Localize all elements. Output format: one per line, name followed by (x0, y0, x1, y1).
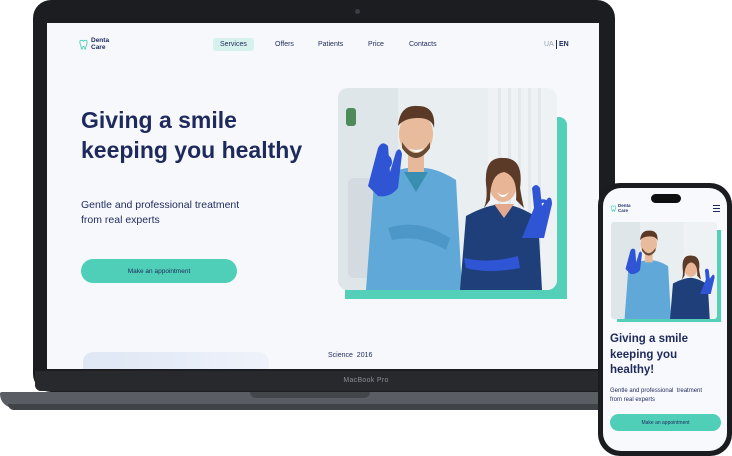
hamburger-menu-icon[interactable] (713, 205, 720, 214)
hero-subtitle-line-2: from real experts (81, 214, 160, 226)
phone-screen-website: Denta Care Giving a smile keeping you he… (603, 188, 727, 451)
science-year: 2016 (356, 352, 373, 359)
phone-hero-subtitle-line-1: Gentle and professional treatment (610, 388, 703, 394)
language-en[interactable]: EN (559, 41, 569, 48)
tooth-icon (79, 39, 88, 50)
hero-subtitle: Gentle and professional treatment from r… (81, 198, 281, 228)
hero-title: Giving a smile keeping you healthy (81, 105, 341, 165)
phone-make-appointment-button[interactable]: Make an appointment (610, 414, 721, 431)
nav-contacts[interactable]: Contacts (402, 38, 444, 51)
hero-photo-dentists (338, 88, 557, 290)
phone-hero-title: Giving a smile keeping you healthy! (610, 332, 720, 379)
phone-dynamic-island (651, 194, 681, 203)
logo-word-2: Care (91, 43, 106, 51)
site-logo[interactable]: Denta Care (78, 37, 113, 51)
webcam (355, 9, 360, 14)
phone-logo-text: Denta Care (618, 203, 631, 213)
feature-card-preview (83, 352, 269, 369)
nav-patients[interactable]: Patients (311, 38, 350, 51)
logo-text: Denta Care (91, 37, 113, 51)
tooth-icon (610, 205, 617, 212)
science-label: Science (328, 352, 353, 359)
phone-hero-subtitle-line-2: from real experts (610, 397, 656, 403)
phone-site-logo[interactable]: Denta Care (610, 203, 631, 213)
language-ua[interactable]: UA (544, 41, 554, 48)
phone-hero-title-line-3: healthy! (610, 364, 655, 376)
language-divider (556, 40, 557, 49)
hero-title-line-1: Giving a smile (81, 107, 237, 133)
hero-subtitle-line-1: Gentle and professional treatment (81, 199, 240, 211)
nav-offers[interactable]: Offers (268, 38, 301, 51)
hero-title-line-2: keeping you healthy (81, 137, 303, 163)
phone-hero-title-line-1: Giving a smile (610, 333, 688, 345)
science-year-label: Science 2016 (328, 352, 372, 359)
make-appointment-button[interactable]: Make an appointment (81, 259, 237, 283)
laptop-base-foot (8, 404, 608, 410)
nav-services[interactable]: Services (213, 38, 254, 51)
laptop-hinge-notch (250, 392, 370, 398)
phone-hero-title-line-2: keeping you (610, 348, 678, 361)
phone-logo-word-2: Care (618, 207, 629, 213)
phone-hero-photo-dentists (611, 222, 717, 319)
phone-hero-subtitle: Gentle and professional treatment from r… (610, 387, 720, 405)
laptop-screen-website: Denta Care Services Offers Patients Pric… (47, 23, 599, 369)
nav-price[interactable]: Price (361, 38, 391, 51)
